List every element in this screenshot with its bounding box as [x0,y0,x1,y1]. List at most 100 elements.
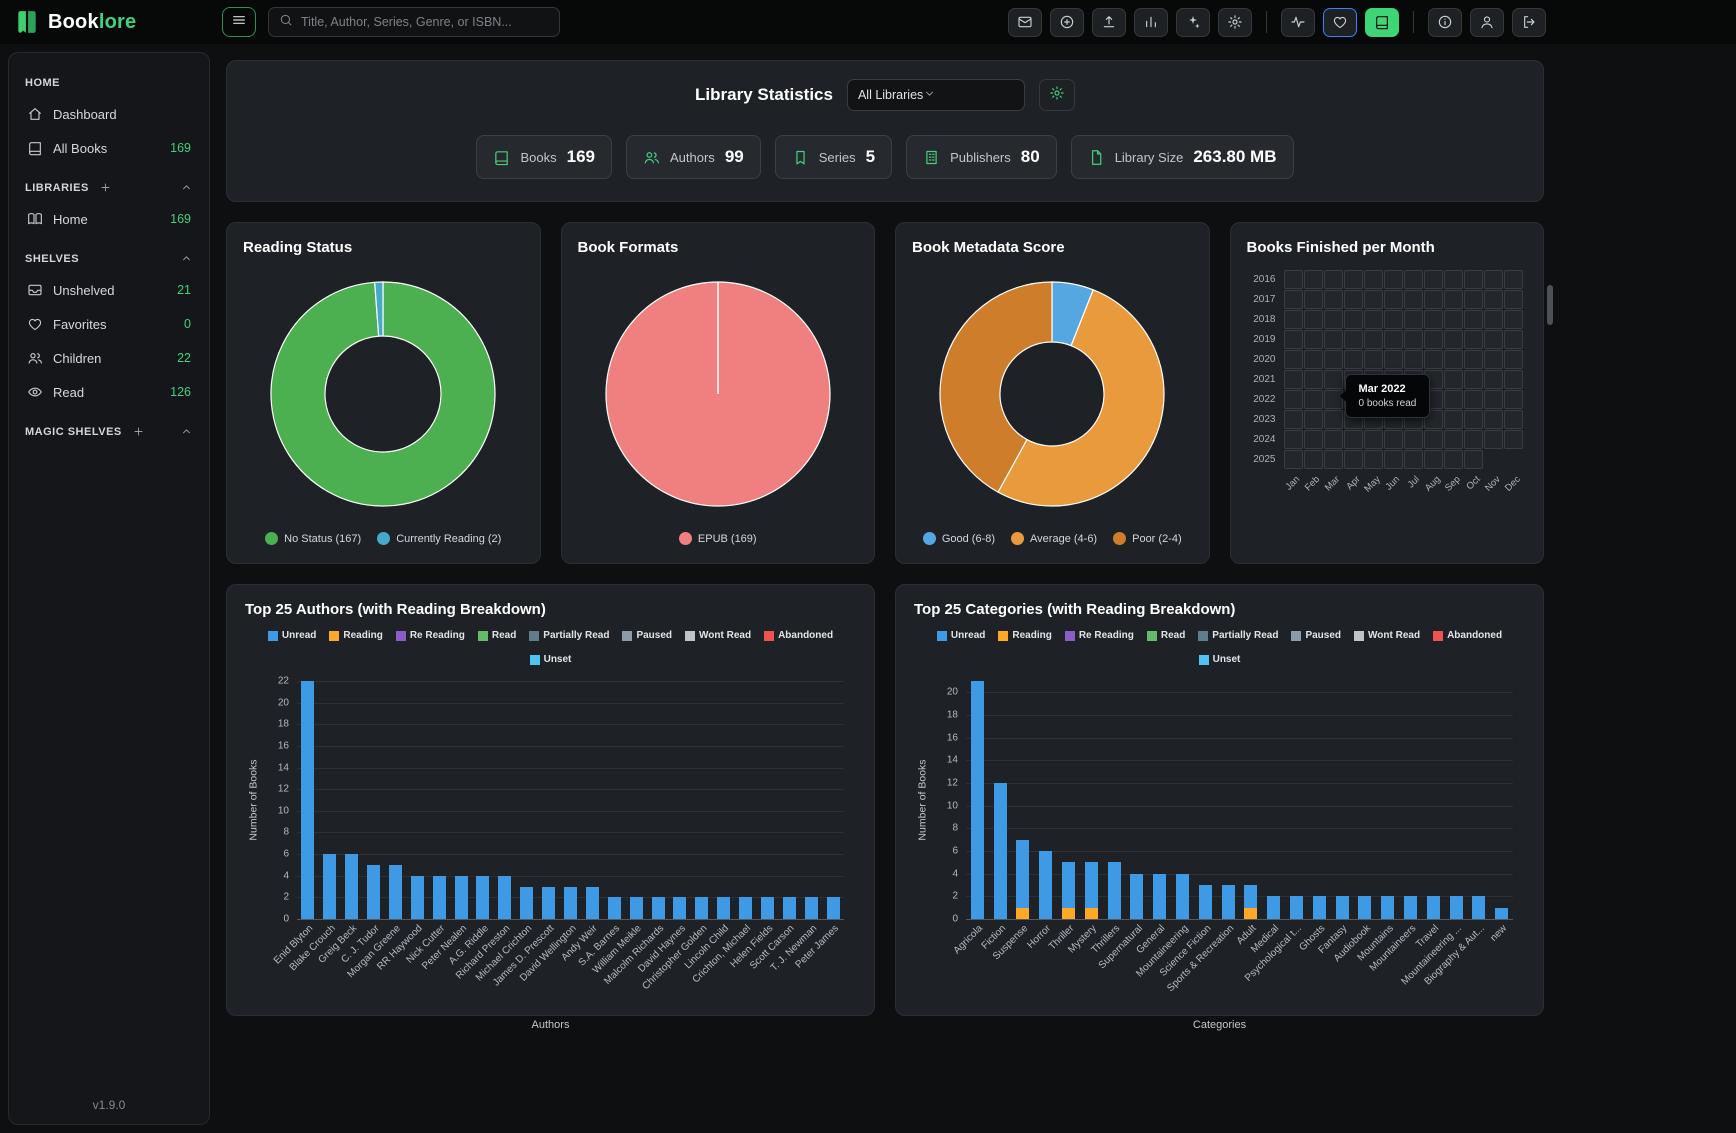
bar-segment[interactable] [1404,896,1417,919]
legend-item[interactable]: Partially Read [529,630,609,641]
heatmap-cell[interactable] [1444,370,1463,389]
heatmap-cell[interactable] [1424,410,1443,429]
bar-segment[interactable] [1108,862,1121,919]
bar-segment[interactable] [1039,851,1052,919]
legend-item[interactable]: Paused [622,630,672,641]
heatmap-cell[interactable] [1464,450,1483,469]
heatmap-cell[interactable] [1484,270,1503,289]
heatmap-cell[interactable] [1404,350,1423,369]
bar-segment[interactable] [345,854,358,919]
heatmap-cell[interactable] [1404,410,1423,429]
heatmap-cell[interactable] [1504,330,1523,349]
bar-segment[interactable] [1450,896,1463,919]
heatmap-cell[interactable] [1284,350,1303,369]
sidebar-item-children[interactable]: Children22 [21,341,197,375]
bar-segment[interactable] [411,876,424,919]
bar-segment[interactable] [1016,840,1029,908]
heatmap-cell[interactable] [1484,290,1503,309]
heatmap-cell[interactable] [1424,430,1443,449]
heatmap-cell[interactable] [1384,270,1403,289]
sidebar-item-favorites[interactable]: Favorites0 [21,307,197,341]
legend-item[interactable]: Wont Read [1354,630,1420,641]
bar-segment[interactable] [1472,896,1485,919]
heatmap-cell[interactable] [1464,270,1483,289]
menu-button[interactable] [222,7,256,37]
bar-chart-button[interactable] [1134,8,1168,37]
heatmap-cell[interactable] [1344,350,1363,369]
heatmap-cell[interactable] [1284,430,1303,449]
bar-segment[interactable] [805,897,818,919]
bar-segment[interactable] [695,897,708,919]
bar-segment[interactable] [1062,908,1075,919]
bar-segment[interactable] [827,897,840,919]
heatmap-cell[interactable] [1384,450,1403,469]
heatmap-cell[interactable] [1324,410,1343,429]
heatmap-cell[interactable] [1364,390,1383,409]
heatmap-cell[interactable] [1404,370,1423,389]
bar-segment[interactable] [739,897,752,919]
legend-item[interactable]: Read [1147,630,1185,641]
heatmap-cell[interactable] [1444,310,1463,329]
heatmap-cell[interactable] [1404,310,1423,329]
legend-item[interactable]: Reading [998,630,1051,641]
bar-segment[interactable] [1290,896,1303,919]
heatmap-cell[interactable] [1444,330,1463,349]
bar-segment[interactable] [323,854,336,919]
sidebar-item-all-books[interactable]: All Books169 [21,131,197,165]
heatmap-cell[interactable] [1304,430,1323,449]
bar-segment[interactable] [498,876,511,919]
heatmap-cell[interactable] [1284,310,1303,329]
bar-segment[interactable] [761,897,774,919]
heatmap-cell[interactable] [1324,430,1343,449]
bar-segment[interactable] [433,876,446,919]
heatmap-cell[interactable] [1324,270,1343,289]
legend-item[interactable]: Unset [530,654,572,665]
heatmap-cell[interactable] [1284,270,1303,289]
heatmap-cell[interactable] [1284,370,1303,389]
heatmap-cell[interactable] [1464,370,1483,389]
bar-segment[interactable] [673,897,686,919]
metadata-score-chart[interactable] [912,256,1193,532]
sparkles-button[interactable] [1176,8,1210,37]
heatmap-cell[interactable] [1504,410,1523,429]
legend-item[interactable]: EPUB (169) [679,532,757,545]
statistics-settings-button[interactable] [1039,79,1075,111]
heatmap-cell[interactable] [1344,410,1363,429]
legend-item[interactable]: Re Reading [396,630,465,641]
search-input[interactable] [301,15,549,29]
legend-item[interactable]: Partially Read [1198,630,1278,641]
heatmap-cell[interactable] [1384,290,1403,309]
heatmap-cell[interactable] [1424,450,1443,469]
legend-item[interactable]: Reading [329,630,382,641]
heatmap-cell[interactable] [1324,390,1343,409]
logout-button[interactable] [1512,8,1546,37]
book-button[interactable] [1365,8,1399,37]
legend-item[interactable]: Read [478,630,516,641]
scrollbar[interactable] [1547,285,1553,325]
heatmap-cell[interactable] [1304,410,1323,429]
heatmap-cell[interactable] [1444,290,1463,309]
bar-segment[interactable] [1336,896,1349,919]
heatmap-cell[interactable] [1304,270,1323,289]
activity-button[interactable] [1281,8,1315,37]
heatmap-cell[interactable] [1384,410,1403,429]
heatmap-cell[interactable] [1384,390,1403,409]
bar-segment[interactable] [994,783,1007,919]
chevron-up-icon[interactable] [180,252,193,265]
heatmap-cell[interactable] [1484,370,1503,389]
bar-segment[interactable] [1085,908,1098,919]
heatmap-cell[interactable] [1444,410,1463,429]
library-selector-dropdown[interactable]: All Libraries [847,79,1025,111]
heatmap-cell[interactable] [1424,370,1443,389]
bar-segment[interactable] [1176,874,1189,919]
bar-segment[interactable] [1199,885,1212,919]
bar-segment[interactable] [1313,896,1326,919]
bar-segment[interactable] [630,897,643,919]
heatmap-cell[interactable] [1364,430,1383,449]
bar-segment[interactable] [1495,908,1508,919]
heatmap-cell[interactable] [1504,390,1523,409]
heatmap-cell[interactable] [1304,350,1323,369]
heatmap-cell[interactable] [1464,350,1483,369]
heatmap-cell[interactable] [1484,390,1503,409]
legend-item[interactable]: Currently Reading (2) [377,532,501,545]
